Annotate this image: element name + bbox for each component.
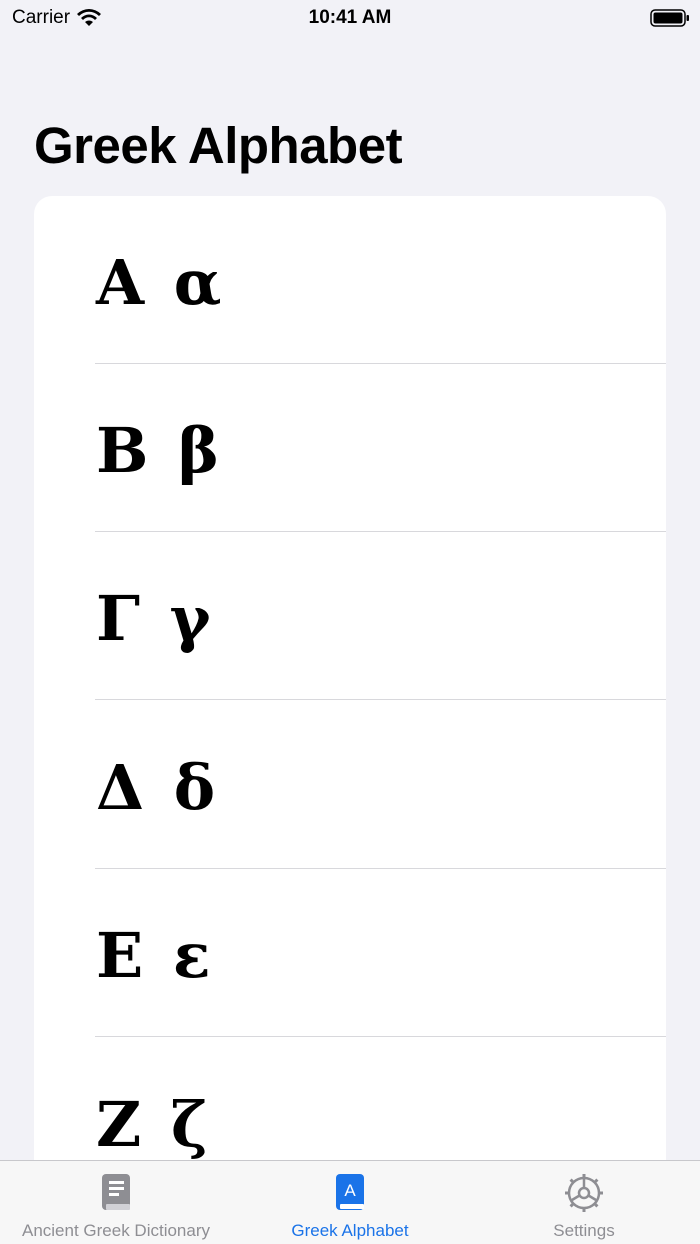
tab-label: Greek Alphabet	[291, 1221, 409, 1240]
status-time: 10:41 AM	[308, 7, 392, 28]
alphabet-list: Α α Β β Γ γ Δ δ Ε ε Ζ ζ	[34, 196, 666, 1196]
row-separator	[95, 699, 666, 700]
book-icon	[102, 1174, 130, 1210]
page-title: Greek Alphabet	[34, 117, 403, 174]
letter-pair: Ε ε	[96, 919, 215, 992]
list-item[interactable]: Α α	[34, 196, 666, 364]
letter-pair: Β β	[96, 414, 224, 487]
status-bar: Carrier 10:41 AM	[0, 0, 700, 40]
letter-pair: Ζ ζ	[96, 1088, 212, 1161]
tab-bar: Ancient Greek Dictionary A Greek Alphabe…	[0, 1160, 700, 1244]
list-item[interactable]: Δ δ	[34, 701, 666, 869]
list-item[interactable]: Ε ε	[34, 869, 666, 1037]
battery-icon	[650, 9, 689, 27]
letter-pair: Γ γ	[96, 582, 215, 655]
tab-settings[interactable]: Settings	[468, 1161, 700, 1244]
tab-dictionary[interactable]: Ancient Greek Dictionary	[0, 1161, 232, 1244]
row-separator	[95, 1036, 666, 1037]
gear-icon	[565, 1174, 603, 1212]
alphabet-book-icon: A	[336, 1174, 364, 1210]
list-item[interactable]: Β β	[34, 364, 666, 532]
list-item[interactable]: Γ γ	[34, 532, 666, 700]
tab-label: Ancient Greek Dictionary	[21, 1221, 211, 1240]
svg-text:A: A	[344, 1181, 356, 1200]
tab-greek-alphabet[interactable]: A Greek Alphabet	[232, 1161, 468, 1244]
tab-label: Settings	[553, 1221, 615, 1240]
letter-pair: Α α	[96, 246, 226, 319]
letter-pair: Δ δ	[96, 751, 220, 824]
